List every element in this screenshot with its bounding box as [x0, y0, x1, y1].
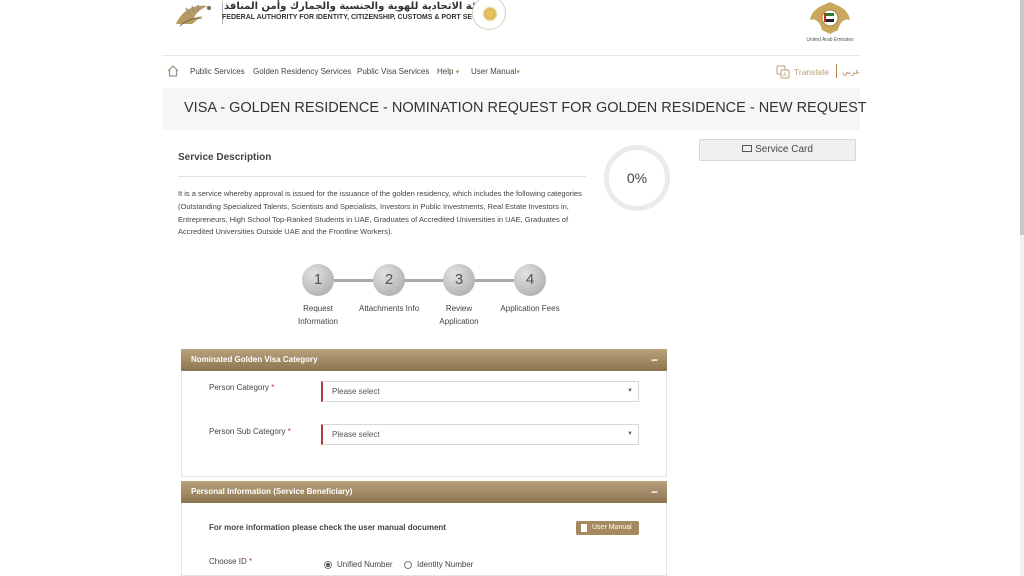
- chevron-down-icon: ▼: [627, 388, 633, 394]
- nav-public-services[interactable]: Public Services: [190, 67, 245, 76]
- card-icon: [742, 144, 753, 152]
- seal-logo-icon: [472, 0, 506, 30]
- identity-number-label[interactable]: Identity Number: [417, 560, 473, 569]
- authority-name-english: FEDERAL AUTHORITY FOR IDENTITY, CITIZENS…: [222, 14, 499, 21]
- service-description-text: It is a service whereby approval is issu…: [178, 189, 582, 237]
- person-category-select[interactable]: Please select ▼: [321, 381, 639, 402]
- section-divider: [178, 176, 586, 177]
- nominated-category-panel-header[interactable]: Nominated Golden Visa Category −: [181, 349, 667, 371]
- user-manual-info-text: For more information please check the us…: [209, 523, 446, 532]
- step-2-label: Attachments Info: [358, 304, 420, 313]
- page-title: VISA - GOLDEN RESIDENCE - NOMINATION REQ…: [184, 100, 867, 116]
- service-description-heading: Service Description: [178, 152, 272, 163]
- home-icon[interactable]: [166, 64, 180, 78]
- site-header: الهيئة الاتحادية للهوية والجنسية والجمار…: [162, 0, 860, 56]
- main-nav: Public Services Golden Residency Service…: [162, 62, 860, 82]
- nav-help[interactable]: Help ▾: [437, 67, 459, 76]
- person-category-label: Person Category *: [209, 383, 275, 392]
- nav-golden-residency-services[interactable]: Golden Residency Services: [253, 67, 351, 76]
- person-sub-category-select[interactable]: Please select ▼: [321, 424, 639, 445]
- translate-link[interactable]: Translate: [794, 67, 829, 77]
- step-4-label: Application Fees: [500, 304, 560, 313]
- uae-emblem-icon: [810, 2, 850, 34]
- falcon-logo-icon: [176, 5, 211, 27]
- step-4-circle: 4: [514, 264, 546, 296]
- unified-number-radio[interactable]: [324, 561, 332, 569]
- step-3-circle: 3: [443, 264, 475, 296]
- chevron-down-icon: ▼: [627, 431, 633, 437]
- authority-name-arabic: الهيئة الاتحادية للهوية والجنسية والجمار…: [224, 1, 494, 12]
- step-3-label: Review Application: [439, 304, 479, 326]
- personal-information-panel-header[interactable]: Personal Information (Service Beneficiar…: [181, 481, 667, 503]
- identity-number-radio[interactable]: [404, 561, 412, 569]
- service-card-button[interactable]: Service Card: [699, 139, 856, 161]
- document-icon: [581, 524, 587, 532]
- emblem-caption: United Arab Emirates: [806, 37, 854, 43]
- scrollbar-thumb[interactable]: [1020, 0, 1024, 235]
- stepper-line: [318, 279, 530, 282]
- step-1-label: Request Information: [297, 304, 339, 326]
- collapse-icon[interactable]: −: [651, 481, 658, 503]
- user-manual-button[interactable]: User Manual: [576, 521, 639, 535]
- nav-user-manual[interactable]: User Manual▾: [471, 67, 520, 76]
- arabic-language-link[interactable]: عربي: [842, 67, 860, 76]
- title-bar: VISA - GOLDEN RESIDENCE - NOMINATION REQ…: [162, 88, 867, 130]
- person-sub-category-label: Person Sub Category *: [209, 427, 291, 436]
- nav-public-visa-services[interactable]: Public Visa Services: [357, 67, 429, 76]
- page: الهيئة الاتحادية للهوية والجنسية والجمار…: [0, 0, 1024, 576]
- nav-divider: [836, 64, 837, 78]
- step-2-circle: 2: [373, 264, 405, 296]
- progress-value: 0%: [626, 170, 648, 186]
- chevron-down-icon: ▾: [516, 69, 520, 76]
- collapse-icon[interactable]: −: [651, 349, 658, 371]
- svg-text:A: A: [783, 73, 787, 79]
- unified-number-label[interactable]: Unified Number: [337, 560, 393, 569]
- chevron-down-icon: ▾: [455, 69, 460, 76]
- step-1-circle: 1: [302, 264, 334, 296]
- choose-id-label: Choose ID *: [209, 557, 253, 566]
- translate-icon[interactable]: A: [776, 65, 790, 79]
